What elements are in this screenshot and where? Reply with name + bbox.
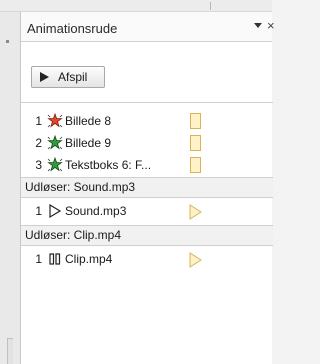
- effect-label: Billede 9: [65, 136, 112, 150]
- animation-list: 1 Billede 8 2 Billede 9 3 Tekstboks 6: F…: [21, 102, 273, 364]
- star-red-icon: [47, 113, 63, 128]
- effect-number: 1: [35, 114, 42, 128]
- gutter-dot: [6, 40, 9, 43]
- timeline-bar[interactable]: [190, 157, 201, 173]
- trigger-header-sound[interactable]: Udløser: Sound.mp3: [21, 177, 273, 198]
- timeline-bar[interactable]: [190, 113, 201, 129]
- pause-icon: [49, 253, 61, 265]
- effect-label: Billede 8: [65, 114, 112, 128]
- play-button[interactable]: Afspil: [31, 66, 105, 88]
- effect-row[interactable]: 2 Billede 9: [21, 133, 273, 153]
- effect-number: 2: [35, 136, 42, 150]
- star-green-icon: [47, 135, 63, 150]
- animation-pane: Animationsrude × Afspil 1 Billede 8 2 Bi…: [20, 12, 275, 364]
- pane-header: Animationsrude ×: [21, 12, 275, 42]
- effect-label: Tekstboks 6: F...: [65, 158, 152, 172]
- timeline-bar[interactable]: [190, 135, 201, 151]
- effect-label: Sound.mp3: [65, 204, 127, 218]
- effect-label: Clip.mp4: [65, 252, 113, 266]
- left-gutter: [0, 12, 20, 364]
- effect-row[interactable]: 1 Billede 8: [21, 111, 273, 131]
- timeline-play-marker[interactable]: [189, 204, 203, 220]
- timeline-play-marker[interactable]: [189, 252, 203, 268]
- effect-number: 3: [35, 158, 42, 172]
- effect-number: 1: [35, 252, 42, 266]
- trigger-item-row[interactable]: 1 Sound.mp3: [21, 201, 273, 221]
- top-strip: [0, 0, 272, 12]
- top-strip-separator: [210, 2, 211, 10]
- star-green-icon: [47, 157, 63, 172]
- play-icon: [49, 203, 62, 219]
- effect-row[interactable]: 3 Tekstboks 6: F...: [21, 155, 273, 175]
- gutter-tab: [7, 338, 13, 364]
- dropdown-arrow-icon[interactable]: [254, 23, 262, 28]
- pane-title: Animationsrude: [27, 21, 118, 36]
- play-button-label: Afspil: [58, 70, 88, 84]
- close-icon[interactable]: ×: [267, 18, 275, 34]
- effect-number: 1: [35, 204, 42, 218]
- play-icon: [40, 72, 49, 82]
- trigger-header-clip[interactable]: Udløser: Clip.mp4: [21, 225, 273, 246]
- trigger-item-row[interactable]: 1 Clip.mp4: [21, 249, 273, 269]
